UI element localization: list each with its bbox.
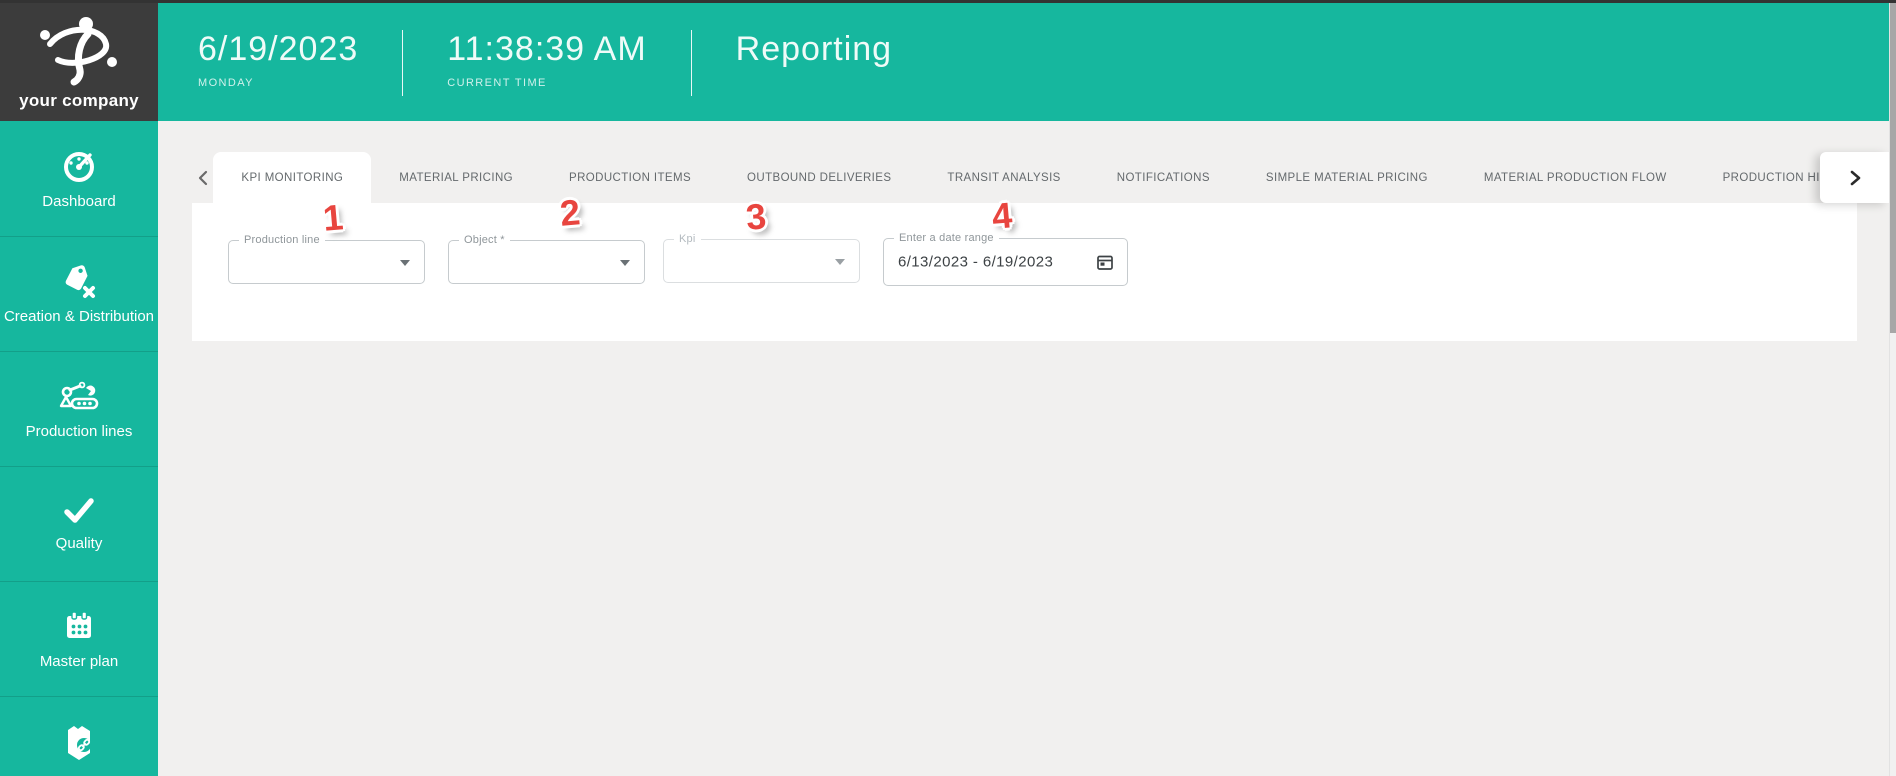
chevron-right-icon: [1850, 170, 1860, 185]
sidebar-item-label: Creation & Distribution: [3, 308, 155, 325]
report-tabs: KPI MONITORING MATERIAL PRICING PRODUCTI…: [213, 152, 1889, 203]
production-line-select[interactable]: Production line: [228, 234, 425, 284]
tabs-scroll-left-button[interactable]: [192, 152, 213, 203]
calendar-icon: [67, 611, 91, 638]
company-logo-icon: [40, 17, 117, 86]
chevron-down-icon: [835, 259, 845, 265]
sidebar-item-label: Dashboard: [42, 192, 116, 210]
header-date-block: 6/19/2023 MONDAY: [198, 3, 358, 89]
company-name: your company: [19, 91, 139, 110]
chevron-down-icon: [400, 260, 410, 266]
top-accent-bar: [0, 0, 1896, 3]
tab-material-pricing[interactable]: MATERIAL PRICING: [371, 152, 541, 203]
calendar-picker-icon[interactable]: [1096, 253, 1114, 271]
kpi-label: Kpi: [674, 233, 701, 245]
sidebar: your company Dashboard Creation & Distri…: [0, 0, 158, 776]
tab-outbound-deliveries[interactable]: OUTBOUND DELIVERIES: [719, 152, 919, 203]
sidebar-item-creation-distribution[interactable]: Creation & Distribution: [0, 236, 158, 351]
annotation-step-1: 1: [321, 196, 345, 239]
tab-notifications[interactable]: NOTIFICATIONS: [1089, 152, 1238, 203]
header-title-block: Reporting: [736, 3, 892, 66]
current-time-label: CURRENT TIME: [447, 77, 547, 89]
current-date: 6/19/2023: [198, 30, 359, 68]
current-time: 11:38:39 AM: [447, 30, 647, 68]
header-divider: [690, 30, 692, 96]
annotation-step-3: 3: [744, 195, 768, 238]
current-date-label: MONDAY: [198, 77, 254, 89]
sidebar-item-quality[interactable]: Quality: [0, 466, 158, 581]
tag-icon: [65, 265, 95, 298]
sidebar-item-label: Production lines: [25, 423, 133, 440]
tab-material-production-flow[interactable]: MATERIAL PRODUCTION FLOW: [1456, 152, 1695, 203]
robot-arm-icon: [59, 381, 99, 410]
sidebar-item-production-lines[interactable]: Production lines: [0, 351, 158, 466]
vertical-scrollbar[interactable]: [1889, 0, 1896, 776]
kpi-select[interactable]: Kpi: [663, 233, 860, 283]
sidebar-item-label: Master plan: [39, 653, 119, 670]
sidebar-item-partial[interactable]: [0, 696, 158, 776]
gauge-icon: [64, 151, 94, 182]
object-select[interactable]: Object *: [448, 234, 645, 284]
page-header: 6/19/2023 MONDAY 11:38:39 AM CURRENT TIM…: [158, 3, 1889, 121]
company-logo: your company: [0, 0, 158, 121]
scrollbar-thumb[interactable]: [1890, 3, 1896, 333]
check-icon: [64, 498, 94, 523]
chevron-down-icon: [620, 260, 630, 266]
date-range-value: 6/13/2023 - 6/19/2023: [898, 253, 1054, 271]
tab-simple-material-pricing[interactable]: SIMPLE MATERIAL PRICING: [1238, 152, 1456, 203]
production-line-label: Production line: [239, 234, 325, 246]
sidebar-item-dashboard[interactable]: Dashboard: [0, 121, 158, 236]
header-time-block: 11:38:39 AM CURRENT TIME: [447, 3, 646, 89]
tabs-scroll-right-button[interactable]: [1820, 152, 1889, 203]
chevron-left-icon: [198, 170, 207, 185]
date-range-label: Enter a date range: [894, 232, 999, 244]
header-divider: [402, 30, 404, 96]
date-range-input[interactable]: Enter a date range 6/13/2023 - 6/19/2023: [883, 232, 1128, 286]
annotation-step-4: 4: [990, 194, 1014, 237]
page-title: Reporting: [735, 30, 893, 68]
object-label: Object *: [459, 234, 510, 246]
sidebar-item-label: Quality: [55, 535, 103, 552]
report-tabbar: KPI MONITORING MATERIAL PRICING PRODUCTI…: [192, 152, 1889, 203]
tab-kpi-monitoring[interactable]: KPI MONITORING: [213, 152, 372, 203]
package-link-icon: [68, 726, 91, 760]
kpi-monitoring-panel: Production line Object * Kpi Enter a dat…: [192, 203, 1857, 341]
sidebar-item-master-plan[interactable]: Master plan: [0, 581, 158, 696]
annotation-step-2: 2: [558, 191, 582, 234]
